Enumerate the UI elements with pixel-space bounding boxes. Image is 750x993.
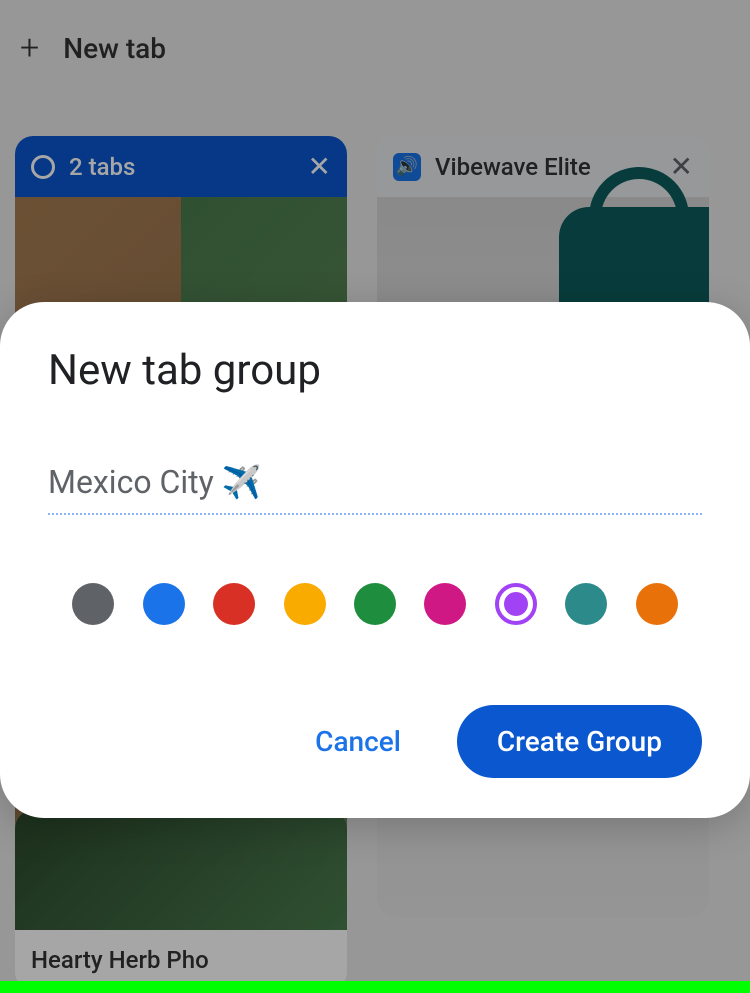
color-swatch-purple[interactable]: [495, 583, 537, 625]
color-swatch-orange[interactable]: [636, 583, 678, 625]
bottom-indicator: [0, 981, 750, 993]
color-swatch-teal[interactable]: [565, 583, 607, 625]
color-swatch-green[interactable]: [354, 583, 396, 625]
color-swatch-blue[interactable]: [143, 583, 185, 625]
color-swatch-gray[interactable]: [72, 583, 114, 625]
color-swatch-yellow[interactable]: [284, 583, 326, 625]
color-swatch-pink[interactable]: [424, 583, 466, 625]
create-group-button[interactable]: Create Group: [457, 705, 702, 778]
cancel-button[interactable]: Cancel: [283, 709, 433, 774]
group-name-input[interactable]: [48, 455, 702, 515]
color-picker-row: [48, 515, 702, 625]
new-tab-group-dialog: New tab group Cancel Create Group: [0, 302, 750, 818]
color-swatch-red[interactable]: [213, 583, 255, 625]
dialog-title: New tab group: [48, 346, 702, 395]
